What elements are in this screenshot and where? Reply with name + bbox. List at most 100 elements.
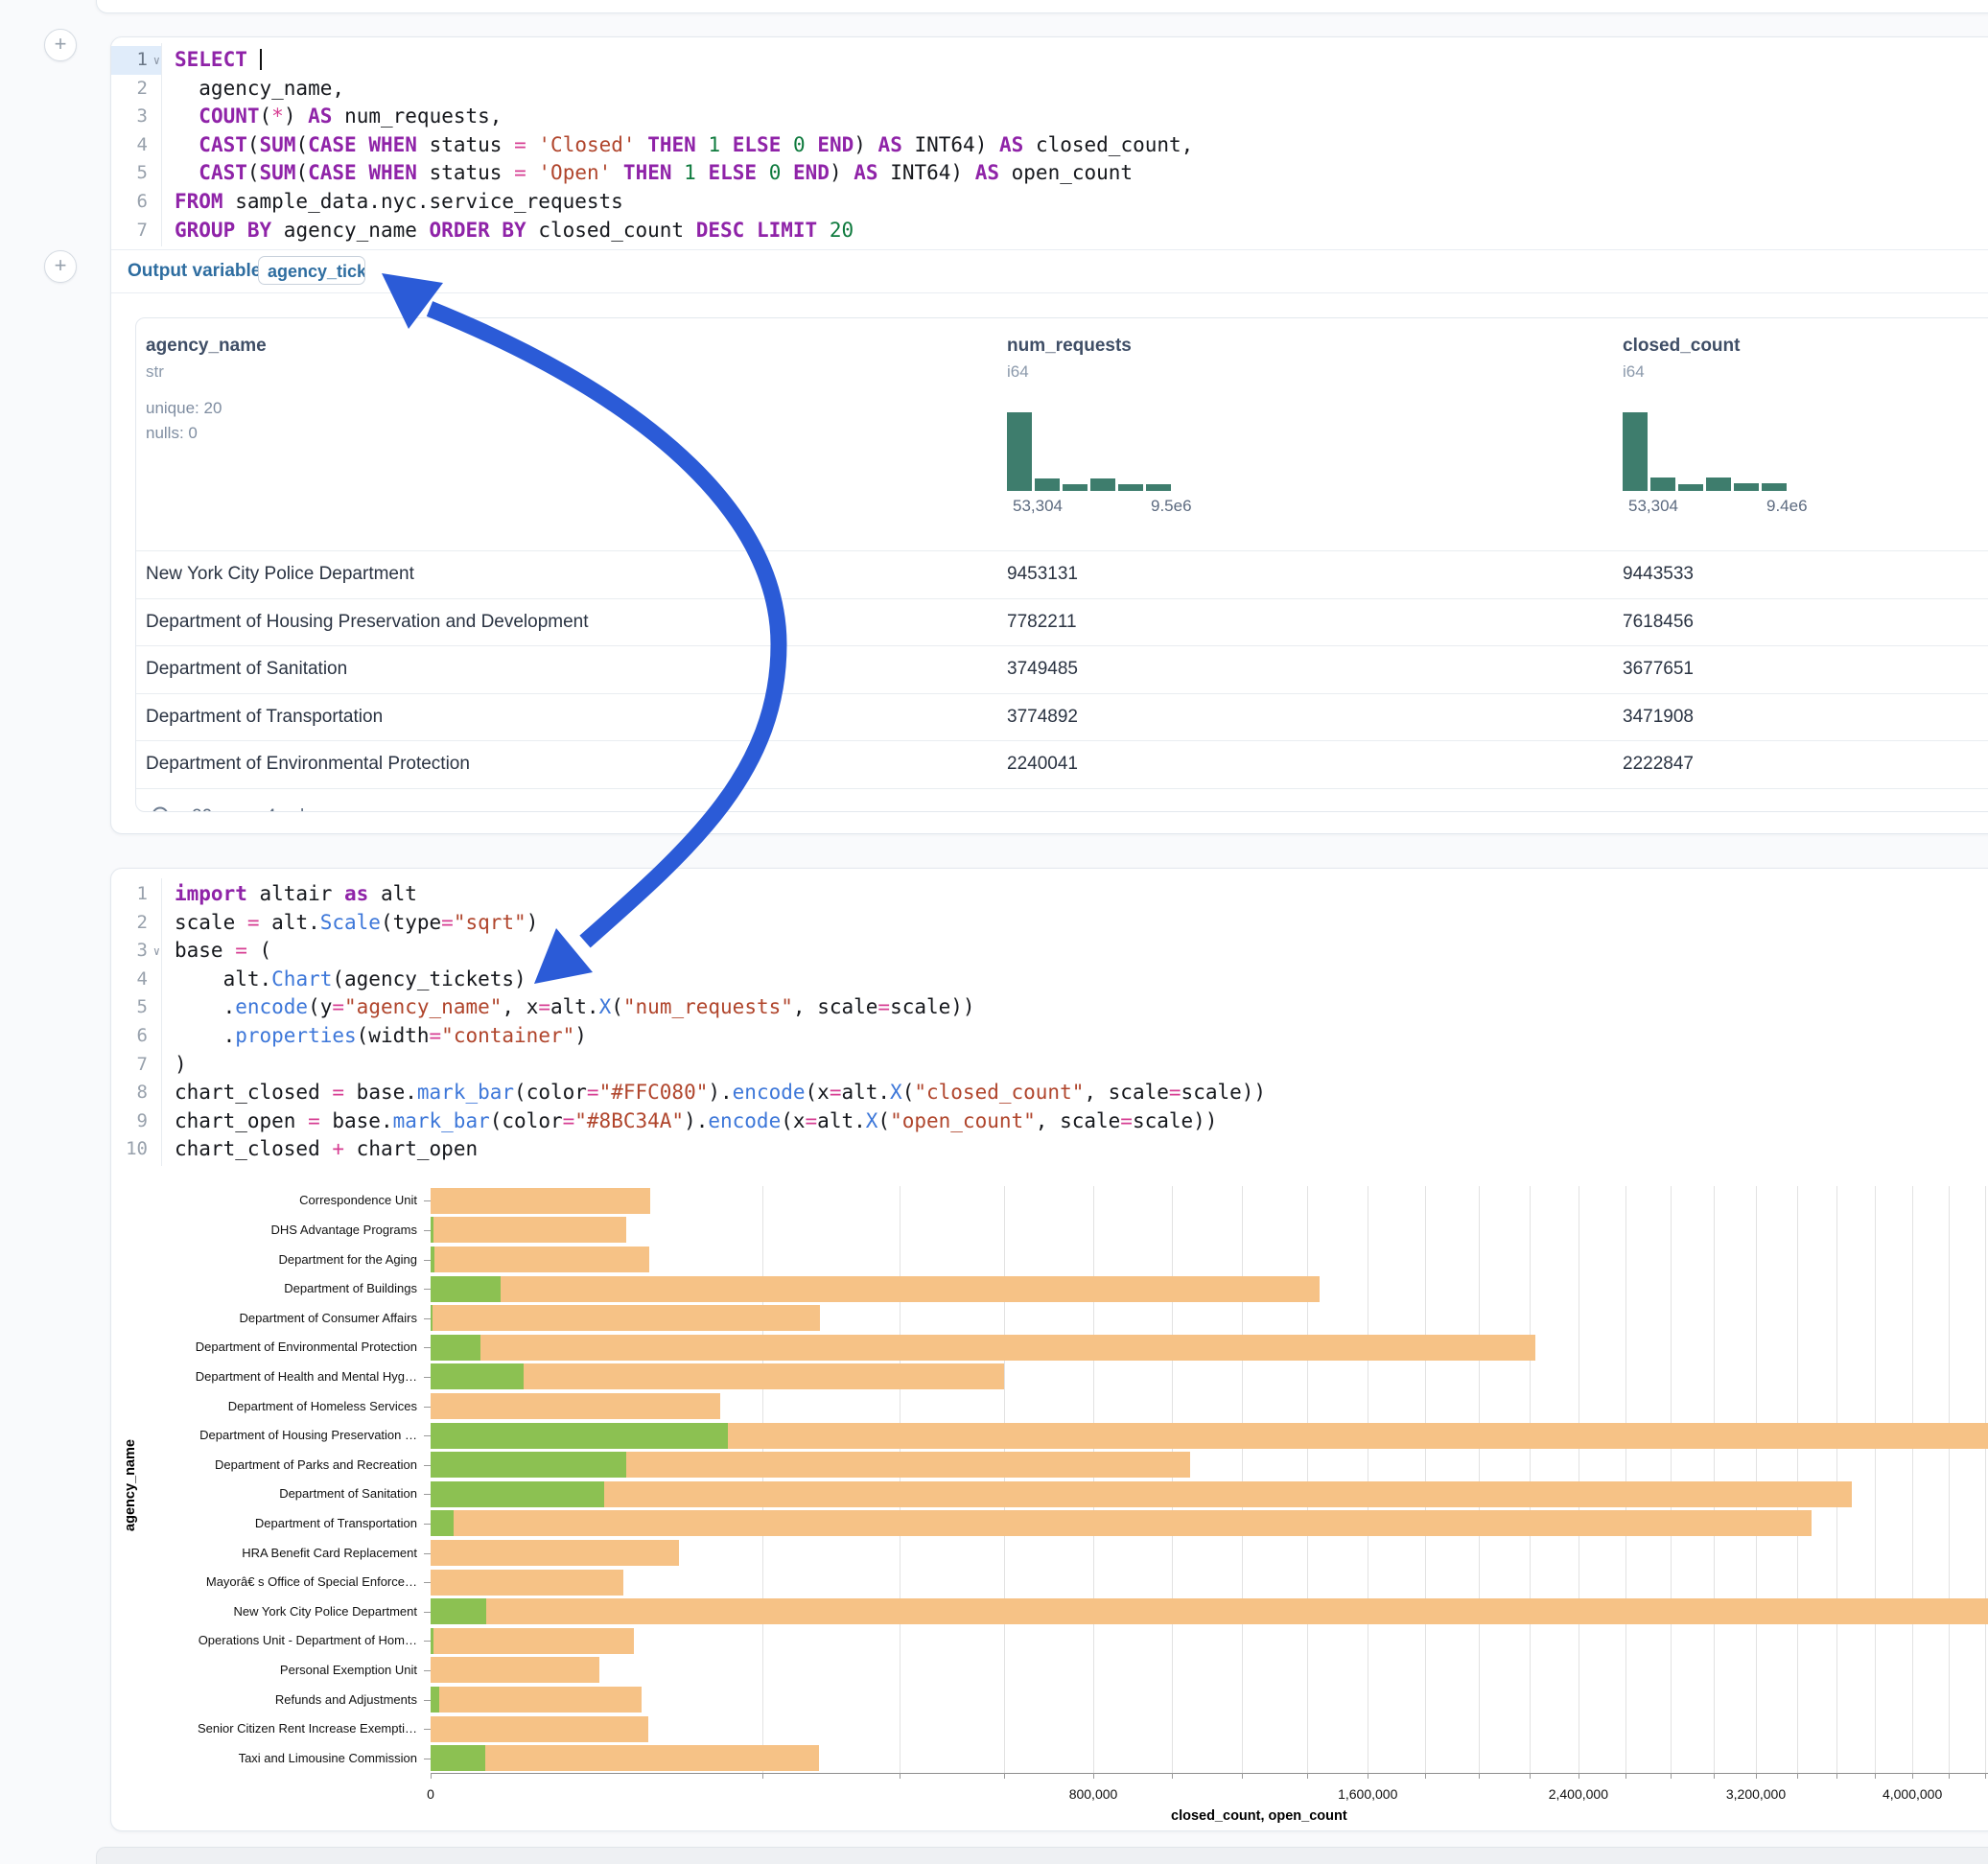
gridline <box>1797 1186 1798 1773</box>
code-text[interactable]: CAST(SUM(CASE WHEN status = 'Open' THEN … <box>175 159 1133 188</box>
y-axis-tick <box>424 1347 431 1348</box>
bar-open <box>431 1335 480 1361</box>
histogram-bar <box>1623 412 1648 491</box>
code-text[interactable]: FROM sample_data.nyc.service_requests <box>175 188 623 217</box>
code-text[interactable]: chart_closed = base.mark_bar(color="#FFC… <box>175 1079 1266 1107</box>
code-line[interactable]: 4 alt.Chart(agency_tickets) <box>111 966 1988 994</box>
x-axis-tick <box>1242 1773 1243 1779</box>
output-variable-pill[interactable]: agency_tickets <box>258 256 365 285</box>
code-line[interactable]: 7) <box>111 1051 1988 1080</box>
collapse-chevron-icon[interactable]: ∨ <box>153 47 160 76</box>
x-axis-tick <box>1912 1773 1913 1779</box>
text-cursor <box>260 49 262 70</box>
code-text[interactable]: alt.Chart(agency_tickets) <box>175 966 526 994</box>
column-header-agency-name[interactable]: agency_name <box>146 336 267 357</box>
table-row[interactable]: Department of Environmental Protection22… <box>136 740 1988 789</box>
bar-closed <box>431 1570 623 1596</box>
code-line[interactable]: 7 GROUP BY agency_name ORDER BY closed_co… <box>111 217 1988 245</box>
x-axis-tick <box>762 1773 763 1779</box>
code-text[interactable]: chart_closed + chart_open <box>175 1135 478 1164</box>
gridline <box>1004 1186 1005 1773</box>
bar-chart: agency_name Correspondence UnitDHS Advan… <box>111 1180 1988 1830</box>
y-axis-tick <box>424 1582 431 1583</box>
column-stat-nulls: nulls: 0 <box>146 424 198 443</box>
x-axis-tick <box>431 1773 432 1779</box>
y-axis-label: HRA Benefit Card Replacement <box>1 1546 417 1560</box>
table-row[interactable]: Department of Housing Preservation and D… <box>136 598 1988 647</box>
code-line[interactable]: 3 COUNT(*) AS num_requests, <box>111 103 1988 131</box>
next-cell-collapsed[interactable] <box>96 1847 1988 1864</box>
code-line[interactable]: 5 .encode(y="agency_name", x=alt.X("num_… <box>111 993 1988 1022</box>
code-line[interactable]: 1import altair as alt <box>111 880 1988 909</box>
line-number: 6 <box>111 1022 161 1051</box>
cell-agency-name: Department of Transportation <box>146 707 383 728</box>
code-text[interactable]: .encode(y="agency_name", x=alt.X("num_re… <box>175 993 975 1022</box>
code-line[interactable]: 6FROM sample_data.nyc.service_requests <box>111 188 1988 217</box>
code-line[interactable]: 5 CAST(SUM(CASE WHEN status = 'Open' THE… <box>111 159 1988 188</box>
y-axis-tick <box>424 1289 431 1290</box>
y-axis-tick <box>424 1700 431 1701</box>
x-axis-title: closed_count, open_count <box>1171 1808 1347 1824</box>
code-text[interactable]: base = ( <box>175 937 271 966</box>
code-text[interactable]: SELECT <box>175 46 262 75</box>
code-text[interactable]: ) <box>175 1051 187 1080</box>
gridline <box>1172 1186 1173 1773</box>
add-cell-button-top[interactable]: + <box>44 29 77 61</box>
code-line[interactable]: 1∨ SELECT <box>111 46 1988 75</box>
bar-closed <box>431 1188 650 1214</box>
python-editor[interactable]: 1import altair as alt2scale = alt.Scale(… <box>111 880 1988 1164</box>
code-line[interactable]: 9chart_open = base.mark_bar(color="#8BC3… <box>111 1107 1988 1136</box>
y-axis-label: Department of Parks and Recreation <box>1 1457 417 1472</box>
table-row[interactable]: Department of Transportation377489234719… <box>136 693 1988 742</box>
bar-open <box>431 1276 501 1302</box>
table-row[interactable]: New York City Police Department945313194… <box>136 550 1988 599</box>
line-number: 7 <box>111 217 161 245</box>
cell-closed-count: 9443533 <box>1623 564 1694 585</box>
bar-closed <box>431 1335 1535 1361</box>
bar-closed <box>431 1540 679 1566</box>
line-number: 1∨ <box>111 46 161 75</box>
code-line[interactable]: 6 .properties(width="container") <box>111 1022 1988 1051</box>
bar-open <box>431 1745 485 1771</box>
gridline <box>1671 1186 1672 1773</box>
y-axis-label: Department of Sanitation <box>1 1486 417 1501</box>
table-row[interactable]: Department of Sanitation37494853677651 <box>136 645 1988 694</box>
code-text[interactable]: COUNT(*) AS num_requests, <box>175 103 502 131</box>
line-number: 4 <box>111 131 161 160</box>
y-axis-tick <box>424 1729 431 1730</box>
gridline <box>762 1186 763 1773</box>
bar-open <box>431 1687 439 1713</box>
code-text[interactable]: scale = alt.Scale(type="sqrt") <box>175 909 538 938</box>
result-table: agency_name str unique: 20 nulls: 0 num_… <box>135 317 1988 812</box>
collapse-chevron-icon[interactable]: ∨ <box>153 938 160 967</box>
code-text[interactable]: import altair as alt <box>175 880 417 909</box>
code-text[interactable]: CAST(SUM(CASE WHEN status = 'Closed' THE… <box>175 131 1193 160</box>
sql-editor[interactable]: 1∨ SELECT 2 agency_name,3 COUNT(*) AS num… <box>111 46 1988 245</box>
line-number: 7 <box>111 1051 161 1080</box>
bar-closed <box>431 1247 649 1272</box>
code-text[interactable]: GROUP BY agency_name ORDER BY closed_cou… <box>175 217 854 245</box>
code-text[interactable]: chart_open = base.mark_bar(color="#8BC34… <box>175 1107 1217 1136</box>
sql-cell: 1∨ SELECT 2 agency_name,3 COUNT(*) AS num… <box>110 36 1988 834</box>
cell-agency-name: Department of Housing Preservation and D… <box>146 612 589 633</box>
histogram-bar <box>1734 483 1759 491</box>
y-axis-tick <box>424 1377 431 1378</box>
search-icon[interactable] <box>150 804 175 812</box>
code-text[interactable]: agency_name, <box>175 75 344 104</box>
column-header-num-requests[interactable]: num_requests <box>1007 336 1132 357</box>
code-line[interactable]: 2scale = alt.Scale(type="sqrt") <box>111 909 1988 938</box>
x-axis-tick <box>1875 1773 1876 1779</box>
code-line[interactable]: 8chart_closed = base.mark_bar(color="#FF… <box>111 1079 1988 1107</box>
histogram-bar <box>1007 412 1032 491</box>
column-header-closed-count[interactable]: closed_count <box>1623 336 1740 357</box>
code-line[interactable]: 4 CAST(SUM(CASE WHEN status = 'Closed' T… <box>111 131 1988 160</box>
add-cell-button-middle[interactable]: + <box>44 250 77 283</box>
x-axis-tick <box>1949 1773 1950 1779</box>
code-line[interactable]: 3∨base = ( <box>111 937 1988 966</box>
code-line[interactable]: 10chart_closed + chart_open <box>111 1135 1988 1164</box>
histogram-closed-count <box>1623 412 1795 491</box>
code-text[interactable]: .properties(width="container") <box>175 1022 587 1051</box>
gridline <box>1425 1186 1426 1773</box>
y-axis-label: Correspondence Unit <box>1 1193 417 1207</box>
code-line[interactable]: 2 agency_name, <box>111 75 1988 104</box>
